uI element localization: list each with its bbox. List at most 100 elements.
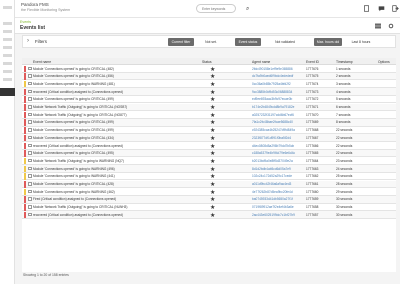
row-checkbox[interactable]	[28, 128, 32, 132]
table-row[interactable]: Module 'Connections opened' is going to …	[22, 72, 396, 81]
sidebar-item[interactable]	[3, 54, 12, 57]
table-row[interactable]: recovered (Critical condition) assigned …	[22, 142, 396, 150]
agent-name-link[interactable]: 2fdc490158e1ef9e9e365886	[252, 67, 300, 71]
breadcrumb[interactable]: Events	[20, 20, 31, 24]
agent-name-link[interactable]: ed9ee693aac3b9c97ecae0b	[252, 97, 300, 101]
event-name-link[interactable]: Module 'Connections opened' is going to …	[33, 182, 198, 186]
event-name-link[interactable]: Module 'Connections opened' is going to …	[33, 128, 198, 132]
sidebar-item[interactable]	[3, 30, 12, 33]
agent-name-link[interactable]: 0cc36a0b85b7925a4bfd2f2	[252, 82, 300, 86]
row-checkbox[interactable]	[28, 89, 32, 94]
event-name-link[interactable]: Fired (Critical condition) assigned to (…	[33, 197, 198, 201]
agent-name-link[interactable]: 7fa1c2fc48bae2fcae5688c40	[252, 120, 300, 124]
agent-name-link[interactable]: 4e77f262b87d5ea9bc20fe4d	[252, 190, 300, 194]
row-checkbox[interactable]	[28, 166, 32, 171]
sidebar-item[interactable]	[3, 78, 12, 81]
table-row[interactable]: Module 'Connections opened' is going to …	[22, 149, 396, 158]
row-checkbox[interactable]	[28, 205, 32, 209]
table-row[interactable]: recovered (Critical condition) assigned …	[22, 88, 396, 96]
table-row[interactable]: recovered (Critical condition) assigned …	[22, 211, 396, 219]
table-row[interactable]: Fired (Critical condition) assigned to (…	[22, 195, 396, 204]
chevron-right-icon[interactable]: ›	[27, 38, 29, 44]
sidebar-item[interactable]	[3, 62, 12, 65]
row-checkbox[interactable]	[28, 135, 32, 140]
column-header-event-name[interactable]: Event name	[33, 60, 51, 64]
filters-bar[interactable]: › Filters Current filter Not set. Event …	[22, 35, 396, 48]
table-row[interactable]: Module 'Network Traffic (Outgoing)' is g…	[22, 204, 396, 212]
agent-name-link[interactable]: dc7fa9b0aed6f9bdc4edededf	[252, 74, 300, 78]
event-name-link[interactable]: recovered (Critical condition) assigned …	[33, 144, 198, 148]
event-name-link[interactable]: Module 'Connections opened' is going to …	[33, 97, 198, 101]
sidebar-item[interactable]	[3, 46, 12, 49]
table-row[interactable]: Module 'Connections opened' is going to …	[22, 118, 396, 127]
event-name-link[interactable]: Module 'Connections opened' is going to …	[33, 120, 198, 124]
event-name-link[interactable]: Module 'Network Traffic (Outgoing)' is g…	[33, 113, 198, 117]
column-header-status[interactable]: Status	[202, 60, 212, 64]
table-row[interactable]: Module 'Connections opened' is going to …	[22, 127, 396, 135]
event-name-link[interactable]: Module 'Connections opened' is going to …	[33, 167, 198, 171]
row-checkbox[interactable]	[28, 74, 32, 78]
sidebar-logo-icon[interactable]	[3, 6, 12, 9]
sidebar-item[interactable]	[3, 22, 12, 25]
event-name-link[interactable]: Module 'Connections opened' is going to …	[33, 136, 198, 140]
logout-icon[interactable]	[392, 5, 399, 12]
row-checkbox[interactable]	[28, 81, 32, 86]
sidebar-item[interactable]	[3, 38, 12, 41]
agent-name-link[interactable]: a011d9bc42f46a6a9ac4ed3	[252, 182, 300, 186]
event-name-link[interactable]: Module 'Connections opened' is going to …	[33, 151, 198, 155]
agent-name-link[interactable]: b2013bd9a0e8ff5d37049e2a	[252, 159, 300, 163]
row-checkbox[interactable]	[28, 97, 32, 101]
agent-name-link[interactable]: 9cc3885b0d9d53c06888834	[252, 90, 300, 94]
event-name-link[interactable]: Module 'Connections opened' is going to …	[33, 74, 198, 78]
table-row[interactable]: Module 'Network Traffic (Outgoing)' is g…	[22, 111, 396, 119]
event-name-link[interactable]: recovered (Critical condition) assigned …	[33, 213, 198, 217]
event-name-link[interactable]: Module 'Connections opened' is going to …	[33, 67, 198, 71]
agent-name-link[interactable]: ba0745933d41db5650a27f1f	[252, 197, 300, 201]
event-name-link[interactable]: Module 'Network Traffic (Outgoing)' is g…	[33, 205, 198, 209]
event-name-link[interactable]: Module 'Network Traffic (Outgoing)' is g…	[33, 159, 198, 163]
agent-name-link[interactable]: d4ec0808d5a298b79dd7b5cb	[252, 144, 300, 148]
agent-name-link[interactable]: a0257232f31197cdd6b67ecf6	[252, 113, 300, 117]
document-icon[interactable]	[363, 5, 370, 12]
table-row[interactable]: Module 'Connections opened' is going to …	[22, 134, 396, 142]
row-checkbox[interactable]	[28, 174, 32, 178]
row-checkbox[interactable]	[28, 105, 32, 109]
row-checkbox[interactable]	[28, 182, 32, 186]
event-name-link[interactable]: Module 'Connections opened' is going to …	[33, 174, 198, 178]
sidebar-item-events-active[interactable]	[0, 88, 15, 96]
row-checkbox[interactable]	[28, 112, 32, 117]
table-row[interactable]: Module 'Connections opened' is going to …	[22, 173, 396, 181]
agent-name-link[interactable]: 0719f89912ae7f2e4ef4b3a6e	[252, 205, 300, 209]
filters-label[interactable]: Filters	[35, 39, 47, 44]
agent-name-link[interactable]: 8d1d2bdb4ab5cd6d05a7e9	[252, 167, 300, 171]
row-checkbox[interactable]	[28, 66, 32, 70]
row-checkbox[interactable]	[28, 158, 32, 163]
current-filter-button[interactable]: Current filter	[168, 38, 194, 46]
row-checkbox[interactable]	[28, 212, 32, 217]
table-row[interactable]: Module 'Connections opened' is going to …	[22, 165, 396, 173]
chat-icon[interactable]	[378, 5, 385, 12]
event-name-link[interactable]: Module 'Connections opened' is going to …	[33, 82, 198, 86]
column-header-agent-name[interactable]: Agent name	[252, 60, 270, 64]
row-checkbox[interactable]	[28, 189, 32, 194]
event-name-link[interactable]: Module 'Connections opened' is going to …	[33, 190, 198, 194]
event-name-link[interactable]: Module 'Network Traffic (Outgoing)' is g…	[33, 105, 198, 109]
table-row[interactable]: Module 'Connections opened' is going to …	[22, 188, 396, 196]
agent-name-link[interactable]: 2323f877df1d991f0ba5f2d4	[252, 136, 300, 140]
search-icon[interactable]: ⌕	[246, 6, 249, 13]
row-checkbox[interactable]	[28, 151, 32, 155]
table-row[interactable]: Module 'Network Traffic (Outgoing)' is g…	[22, 157, 396, 166]
row-checkbox[interactable]	[28, 197, 32, 201]
search-input[interactable]	[196, 4, 236, 13]
table-row[interactable]: Module 'Connections opened' is going to …	[22, 180, 396, 189]
max-hours-button[interactable]: Max. hours old	[314, 38, 342, 46]
list-view-icon[interactable]	[375, 23, 381, 29]
table-row[interactable]: Module 'Network Traffic (Outgoing)' is g…	[22, 103, 396, 112]
row-checkbox[interactable]	[28, 120, 32, 124]
agent-name-link[interactable]: c924385cca4b25247d9fd849a	[252, 128, 300, 132]
agent-name-link[interactable]: b174e2b4849cdd8b9a79182e	[252, 105, 300, 109]
table-row[interactable]: Module 'Connections opened' is going to …	[22, 80, 396, 89]
row-checkbox[interactable]	[28, 143, 32, 147]
event-status-button[interactable]: Event status	[235, 38, 261, 46]
settings-icon[interactable]	[388, 23, 394, 29]
